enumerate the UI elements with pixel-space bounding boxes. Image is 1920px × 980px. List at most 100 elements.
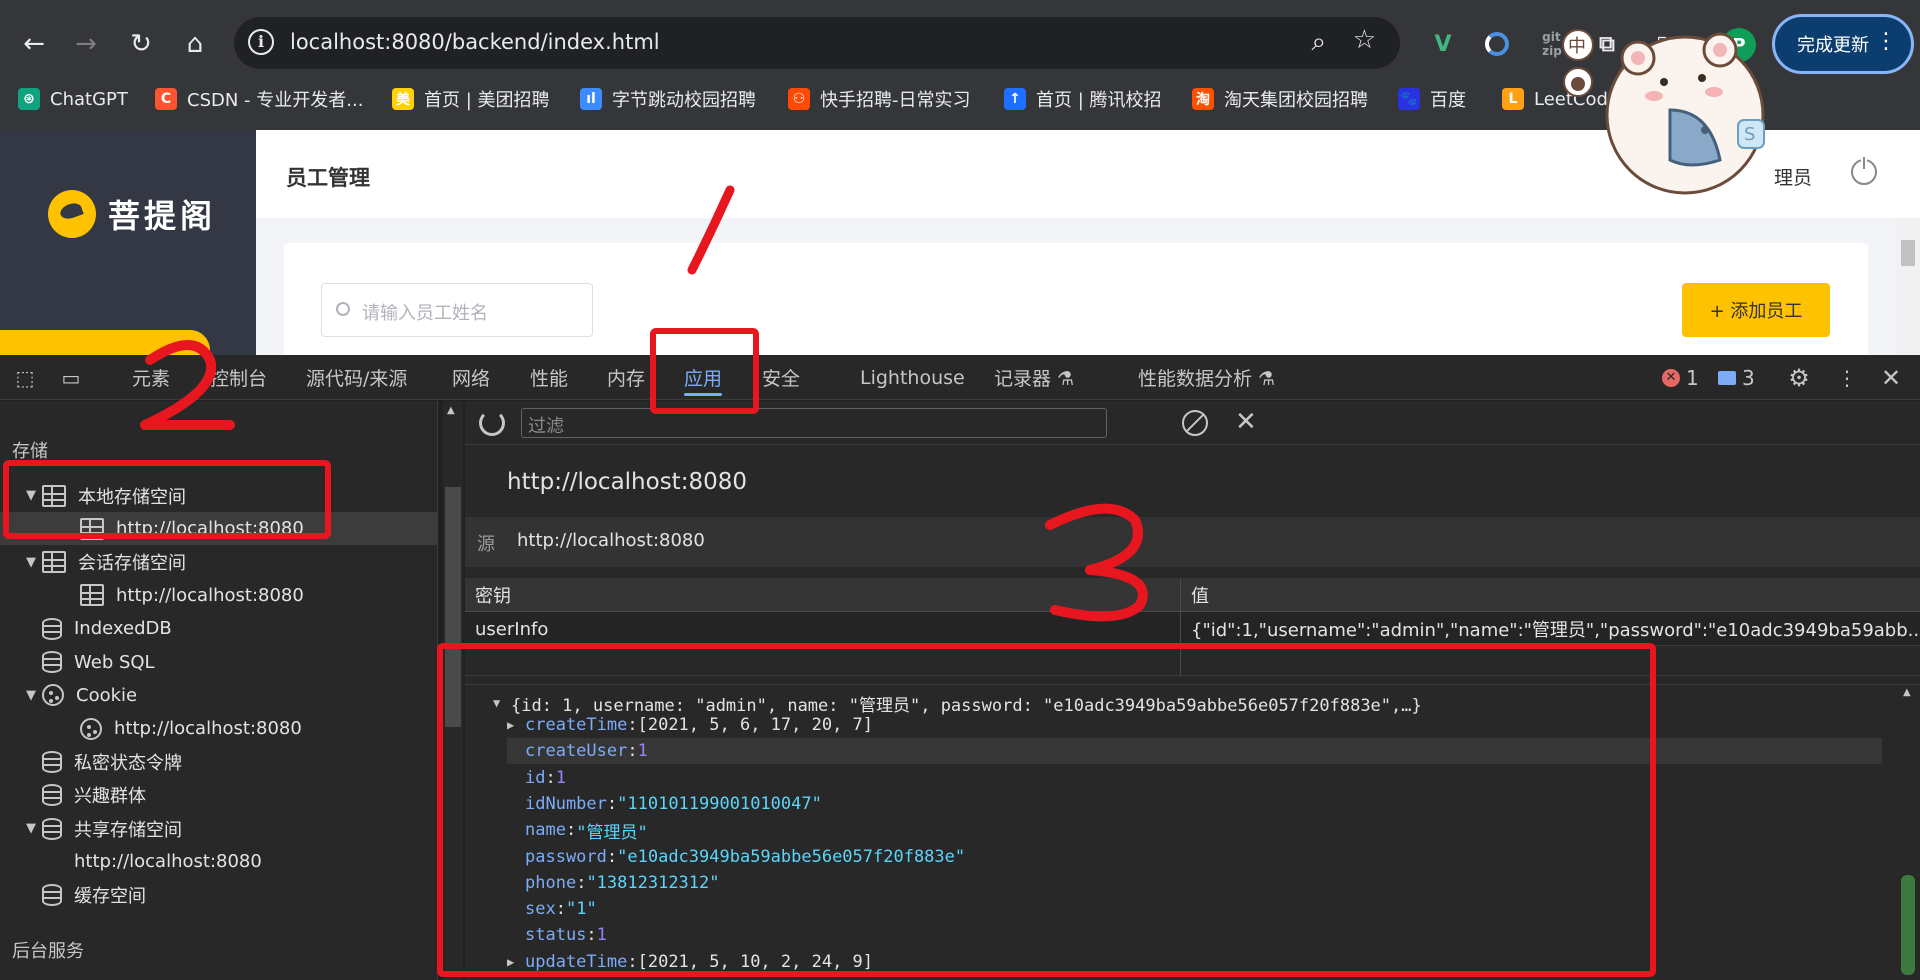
- key-column-header[interactable]: 密钥: [465, 578, 1181, 612]
- delete-selected-icon[interactable]: ✕: [1235, 407, 1257, 437]
- preview-field[interactable]: idNumber: "110101199001010047": [507, 791, 822, 817]
- devtools-more-icon[interactable]: ⋮: [1834, 365, 1860, 391]
- devtools-tab[interactable]: 网络: [452, 355, 490, 400]
- tree-item[interactable]: IndexedDB: [0, 612, 437, 645]
- devtools-tab[interactable]: 内存: [607, 355, 645, 400]
- more-vert-icon[interactable]: ⋮: [1875, 29, 1897, 54]
- page-scrollbar[interactable]: [1896, 218, 1920, 355]
- devtools-tab[interactable]: 源代码/来源: [306, 355, 407, 400]
- bookmark-item[interactable]: ⊛ ChatGPT: [18, 84, 128, 114]
- preview-field[interactable]: createUser: 1: [507, 738, 1882, 765]
- preview-scrollbar[interactable]: ▲: [1897, 685, 1920, 980]
- empty-key-cell[interactable]: [465, 646, 1181, 676]
- table-row-empty[interactable]: [465, 646, 1920, 676]
- preview-field[interactable]: sex: "1": [507, 896, 597, 922]
- page-scrollbar-thumb[interactable]: [1901, 240, 1915, 266]
- expand-triangle-icon[interactable]: ▼: [493, 696, 511, 710]
- expand-triangle-icon[interactable]: ▼: [26, 821, 42, 836]
- devtools-tab[interactable]: 记录器 ⚗: [994, 355, 1074, 400]
- entry-key[interactable]: userInfo: [465, 612, 1181, 646]
- bear-sticker-image: S 中: [1562, 29, 1765, 195]
- forward-arrow-icon[interactable]: →: [66, 24, 106, 64]
- expand-triangle-icon[interactable]: ▼: [26, 555, 42, 570]
- bookmark-item[interactable]: C CSDN - 专业开发者...: [155, 84, 363, 114]
- tree-item[interactable]: 兴趣群体: [0, 779, 437, 812]
- settings-gear-icon[interactable]: ⚙: [1786, 364, 1812, 392]
- devtools-tab[interactable]: 性能: [530, 355, 568, 400]
- filter-input[interactable]: 过滤: [521, 408, 1107, 438]
- value-column-header[interactable]: 值: [1181, 578, 1920, 612]
- devtools-tab[interactable]: 安全: [762, 355, 800, 400]
- site-info-icon[interactable]: i: [248, 29, 274, 55]
- zoom-icon[interactable]: ⌕: [1311, 27, 1326, 58]
- sync-icon[interactable]: [1480, 27, 1514, 61]
- devtools-tab[interactable]: 元素: [132, 355, 170, 400]
- table-row[interactable]: userInfo {"id":1,"username":"admin","nam…: [465, 612, 1920, 646]
- scroll-up-icon[interactable]: ▲: [447, 405, 455, 416]
- bookmark-item[interactable]: 🐾 百度: [1398, 84, 1466, 114]
- tree-item[interactable]: http://localhost:8080: [0, 579, 437, 612]
- expand-triangle-icon[interactable]: ▼: [26, 488, 42, 503]
- preview-field[interactable]: ▶ createTime: [2021, 5, 6, 17, 20, 7]: [507, 712, 873, 738]
- add-employee-button[interactable]: + 添加员工: [1682, 283, 1830, 337]
- tree-item[interactable]: ▼ Cookie: [0, 679, 437, 712]
- colon-separator: :: [627, 715, 638, 735]
- expand-triangle-icon[interactable]: ▶: [507, 718, 525, 732]
- tree-item[interactable]: http://localhost:8080: [0, 712, 437, 745]
- address-bar[interactable]: i localhost:8080/backend/index.html ⌕ ☆: [234, 17, 1400, 69]
- tree-item[interactable]: http://localhost:8080: [0, 845, 437, 878]
- bookmark-star-icon[interactable]: ☆: [1353, 25, 1376, 55]
- preview-scrollbar-thumb[interactable]: [1901, 875, 1915, 975]
- bookmark-item[interactable]: ıl 字节跳动校园招聘: [580, 84, 756, 114]
- refresh-icon[interactable]: [479, 410, 505, 436]
- bookmark-item[interactable]: 美首页 | 美团招聘: [392, 84, 550, 114]
- tree-item[interactable]: Web SQL: [0, 646, 437, 679]
- message-count-badge[interactable]: 3: [1718, 365, 1755, 391]
- devtools-tab[interactable]: 应用: [684, 355, 723, 400]
- employee-search-input[interactable]: 请输入员工姓名: [321, 283, 593, 337]
- preview-field[interactable]: status: 1: [507, 922, 607, 948]
- entry-value[interactable]: {"id":1,"username":"admin","name":"管理员",…: [1181, 612, 1920, 646]
- admin-name[interactable]: 理员: [1774, 163, 1812, 190]
- close-devtools-icon[interactable]: ✕: [1878, 364, 1904, 392]
- devtools-tab[interactable]: Lighthouse: [860, 355, 965, 400]
- preview-field[interactable]: password: "e10adc3949ba59abbe56e057f20f8…: [507, 844, 965, 870]
- sidebar-scrollbar[interactable]: ▲: [443, 401, 463, 980]
- expand-triangle-icon[interactable]: ▶: [507, 955, 525, 969]
- preview-field[interactable]: ▶ updateTime: [2021, 5, 10, 2, 24, 9]: [507, 949, 873, 975]
- sidebar-scrollbar-thumb[interactable]: [445, 487, 461, 727]
- devtools-tab[interactable]: 控制台: [210, 355, 267, 400]
- sidebar-item-active[interactable]: [0, 330, 210, 355]
- back-arrow-icon[interactable]: ←: [14, 24, 54, 64]
- address-url[interactable]: localhost:8080/backend/index.html: [290, 30, 660, 54]
- bookmark-item[interactable]: 淘淘天集团校园招聘: [1192, 84, 1368, 114]
- update-complete-button[interactable]: 完成更新 ⋮: [1772, 14, 1914, 74]
- reload-icon[interactable]: ↻: [121, 24, 161, 64]
- preview-field[interactable]: name: "管理员": [507, 817, 648, 843]
- bookmark-item[interactable]: ⚇ 快手招聘-日常实习: [788, 84, 971, 114]
- expand-triangle-icon[interactable]: ▼: [26, 688, 42, 703]
- home-icon[interactable]: ⌂: [175, 24, 215, 64]
- inspect-element-icon[interactable]: ⬚: [12, 365, 38, 391]
- devtools-tab[interactable]: 性能数据分析 ⚗: [1138, 355, 1275, 400]
- preview-field[interactable]: phone: "13812312312": [507, 870, 720, 896]
- preview-field[interactable]: id: 1: [507, 765, 566, 791]
- clear-all-icon[interactable]: [1182, 410, 1208, 436]
- tree-item[interactable]: http://localhost:8080: [0, 512, 437, 546]
- device-toolbar-icon[interactable]: ▭: [58, 365, 84, 391]
- storage-toolbar: 过滤 ✕: [465, 401, 1920, 445]
- logout-power-icon[interactable]: [1851, 157, 1877, 185]
- preview-scroll-up-icon[interactable]: ▲: [1903, 687, 1911, 698]
- bookmark-item[interactable]: ↑ 首页 | 腾讯校招: [1004, 84, 1162, 114]
- tree-item[interactable]: 私密状态令牌: [0, 745, 437, 778]
- tree-item[interactable]: ▼ 本地存储空间: [0, 479, 437, 512]
- message-icon: [1718, 371, 1736, 385]
- cookie-icon: [80, 717, 102, 740]
- vue-icon[interactable]: V: [1426, 27, 1460, 61]
- tree-item[interactable]: 缓存空间: [0, 879, 437, 912]
- tree-item-label: 本地存储空间: [78, 486, 186, 508]
- tree-item[interactable]: ▼ 共享存储空间: [0, 812, 437, 845]
- colon-separator: :: [545, 767, 556, 788]
- error-count-badge[interactable]: ✕ 1: [1662, 365, 1699, 391]
- tree-item[interactable]: ▼ 会话存储空间: [0, 546, 437, 579]
